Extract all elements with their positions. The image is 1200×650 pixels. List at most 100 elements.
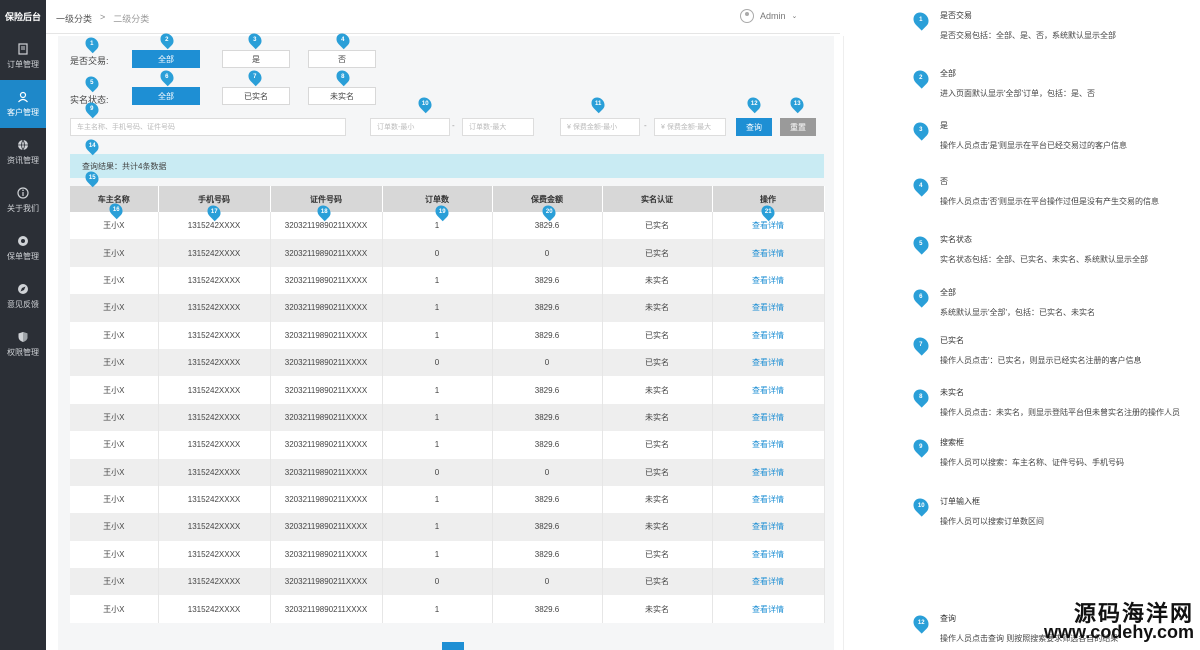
order-count-cell: 1 xyxy=(382,376,493,404)
sidebar-item-news[interactable]: 资讯管理 xyxy=(0,128,46,176)
marker-pin: 12 xyxy=(910,612,932,634)
order-count-cell: 0 xyxy=(382,568,493,596)
amount-max-input[interactable]: ¥ 保费金额-最大 xyxy=(654,118,726,136)
sidebar-item-customers[interactable]: 客户管理 xyxy=(0,80,46,128)
view-details-link[interactable]: 查看详情 xyxy=(712,458,825,486)
range-dash: - xyxy=(452,121,455,130)
note-desc: 操作人员点击'是'则显示在平台已经交易过的客户信息 xyxy=(940,141,1128,150)
premium-cell: 0 xyxy=(492,348,603,377)
view-details-link[interactable]: 查看详情 xyxy=(712,321,825,349)
owner-name-cell: 王小X xyxy=(70,485,159,514)
view-details-link[interactable]: 查看详情 xyxy=(712,568,825,596)
customer-table: 车主名称 手机号码 证件号码 订单数 保费金额 实名认证 操作 王小X 13152… xyxy=(70,186,825,623)
sidebar-item-orders[interactable]: 订单管理 xyxy=(0,32,46,80)
id-number-cell: 32032119890211XXXX xyxy=(270,540,383,569)
phone-cell: 1315242XXXX xyxy=(158,513,271,541)
sidebar-item-feedback[interactable]: 意见反馈 xyxy=(0,272,46,320)
owner-name-cell: 王小X xyxy=(70,348,159,377)
view-details-link[interactable]: 查看详情 xyxy=(712,513,825,541)
id-number-cell: 32032119890211XXXX xyxy=(270,568,383,596)
trade-option-all[interactable]: 全部 xyxy=(132,50,200,68)
order-min-input[interactable]: 订单数-最小 xyxy=(370,118,450,136)
sidebar-item-permissions[interactable]: 权限管理 xyxy=(0,320,46,368)
note-title: 搜索框 xyxy=(940,438,964,447)
marker-pin: 10 xyxy=(910,495,932,517)
query-button[interactable]: 查询 xyxy=(736,118,772,136)
view-details-link[interactable]: 查看详情 xyxy=(712,239,825,267)
view-details-link[interactable]: 查看详情 xyxy=(712,595,825,623)
premium-cell: 3829.6 xyxy=(492,540,603,569)
id-number-cell: 32032119890211XXXX xyxy=(270,348,383,377)
realname-cell: 未实名 xyxy=(602,485,713,514)
view-details-link[interactable]: 查看详情 xyxy=(712,485,825,514)
app-root: 保险后台 订单管理 客户管理 资讯管理 关于我们 保单管理 意见反馈 权限管理 xyxy=(0,0,1200,650)
table-row: 王小X 1315242XXXX 32032119890211XXXX 1 3829.6 未… xyxy=(70,376,825,404)
view-details-link[interactable]: 查看详情 xyxy=(712,266,825,295)
phone-cell: 1315242XXXX xyxy=(158,403,271,432)
avatar-icon xyxy=(740,9,754,23)
realname-cell: 已实名 xyxy=(602,568,713,596)
note-title: 查询 xyxy=(940,614,956,623)
table-row: 王小X 1315242XXXX 32032119890211XXXX 1 3829.6 已… xyxy=(70,431,825,459)
view-details-link[interactable]: 查看详情 xyxy=(712,431,825,459)
note-title: 是 xyxy=(940,121,948,130)
chevron-down-icon: ⌄ xyxy=(791,13,798,20)
id-number-cell: 32032119890211XXXX xyxy=(270,595,383,623)
range-dash: - xyxy=(644,121,647,130)
breadcrumb-second: 二级分类 xyxy=(113,14,150,24)
note-desc: 操作人员点击：未实名，则显示登陆平台但未曾实名注册的操作人员 xyxy=(940,408,1180,417)
realname-option-unverified[interactable]: 未实名 xyxy=(308,87,376,105)
col-realname: 实名认证 xyxy=(602,186,713,212)
order-count-cell: 1 xyxy=(382,540,493,569)
premium-cell: 3829.6 xyxy=(492,431,603,459)
realname-option-all[interactable]: 全部 xyxy=(132,87,200,105)
owner-name-cell: 王小X xyxy=(70,321,159,349)
order-count-cell: 0 xyxy=(382,348,493,377)
user-icon xyxy=(18,91,28,102)
note-title: 是否交易 xyxy=(940,11,972,20)
id-number-cell: 32032119890211XXXX xyxy=(270,513,383,541)
user-menu[interactable]: Admin ⌄ xyxy=(740,9,797,23)
view-details-link[interactable]: 查看详情 xyxy=(712,376,825,404)
document-icon xyxy=(18,42,28,55)
note-desc: 系统默认显示'全部'，包括：已实名、未实名 xyxy=(940,308,1096,317)
main-panel: 是否交易: 全部 是 否 实名状态: 全部 已实名 未实名 车主名称、手机号码、… xyxy=(58,36,834,650)
note-desc: 操作人员可以搜索订单数区间 xyxy=(940,517,1044,526)
marker-pin: 5 xyxy=(910,233,932,255)
sidebar-item-about[interactable]: 关于我们 xyxy=(0,176,46,224)
table-row: 王小X 1315242XXXX 32032119890211XXXX 0 0 已实名 查看详… xyxy=(70,568,825,596)
phone-cell: 1315242XXXX xyxy=(158,458,271,486)
view-details-link[interactable]: 查看详情 xyxy=(712,294,825,322)
realname-cell: 未实名 xyxy=(602,513,713,541)
sidebar-item-policies[interactable]: 保单管理 xyxy=(0,224,46,272)
view-details-link[interactable]: 查看详情 xyxy=(712,403,825,432)
order-max-input[interactable]: 订单数-最大 xyxy=(462,118,534,136)
premium-cell: 0 xyxy=(492,458,603,486)
search-input[interactable]: 车主名称、手机号码、证件号码 xyxy=(70,118,346,136)
realname-cell: 已实名 xyxy=(602,540,713,569)
info-icon xyxy=(17,186,29,199)
note-desc: 实名状态包括：全部、已实名、未实名、系统默认显示全部 xyxy=(940,255,1148,264)
realname-option-verified[interactable]: 已实名 xyxy=(222,87,290,105)
premium-cell: 0 xyxy=(492,568,603,596)
owner-name-cell: 王小X xyxy=(70,540,159,569)
annotation-notes: 1 是否交易 是否交易包括：全部、是、否，系统默认显示全部 2 全部 进入页面默… xyxy=(900,0,1200,650)
premium-cell: 3829.6 xyxy=(492,294,603,322)
amount-min-input[interactable]: ¥ 保费金额-最小 xyxy=(560,118,640,136)
view-details-link[interactable]: 查看详情 xyxy=(712,540,825,569)
sidebar-item-label: 保单管理 xyxy=(7,251,39,261)
phone-cell: 1315242XXXX xyxy=(158,595,271,623)
reset-button[interactable]: 重置 xyxy=(780,118,816,136)
result-summary: 查询结果：共计4条数据 xyxy=(70,154,824,178)
breadcrumb-first[interactable]: 一级分类 xyxy=(56,12,92,25)
marker-pin: 1 xyxy=(910,9,932,31)
view-details-link[interactable]: 查看详情 xyxy=(712,348,825,377)
trade-option-yes[interactable]: 是 xyxy=(222,50,290,68)
pagination-current[interactable] xyxy=(442,642,464,650)
table-row: 王小X 1315242XXXX 32032119890211XXXX 0 0 已实名 查看详… xyxy=(70,239,825,267)
premium-cell: 0 xyxy=(492,239,603,267)
sidebar-item-label: 订单管理 xyxy=(7,59,39,69)
trade-option-no[interactable]: 否 xyxy=(308,50,376,68)
id-number-cell: 32032119890211XXXX xyxy=(270,239,383,267)
table-row: 王小X 1315242XXXX 32032119890211XXXX 1 3829.6 未… xyxy=(70,294,825,322)
